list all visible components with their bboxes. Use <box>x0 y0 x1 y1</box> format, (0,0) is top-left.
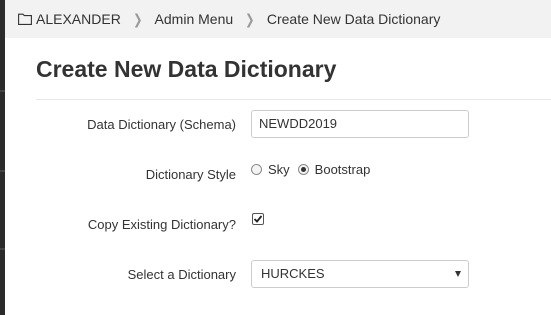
folder-icon <box>18 13 32 25</box>
style-radio-sky[interactable] <box>251 164 262 175</box>
breadcrumb-label: ALEXANDER <box>36 11 121 27</box>
radio-label-bootstrap: Bootstrap <box>314 162 371 177</box>
style-label: Dictionary Style <box>145 167 236 182</box>
style-radio-bootstrap[interactable] <box>297 164 309 175</box>
schema-input[interactable]: NEWDD2019 <box>251 110 469 138</box>
title-divider <box>36 99 551 100</box>
breadcrumb-label: Admin Menu <box>154 11 234 27</box>
copy-checkbox[interactable] <box>252 213 264 225</box>
chevron-down-icon <box>455 271 461 277</box>
copy-label: Copy Existing Dictionary? <box>87 217 236 232</box>
select-label: Select a Dictionary <box>127 267 236 282</box>
dictionary-select[interactable]: HURCKES <box>251 260 469 288</box>
breadcrumb-item-admin-menu[interactable]: Admin Menu <box>155 11 234 27</box>
radio-label-sky: Sky <box>268 162 290 177</box>
schema-label: Data Dictionary (Schema) <box>87 117 236 132</box>
breadcrumb: ALEXANDER ❯ Admin Menu ❯ Create New Data… <box>18 9 440 29</box>
chevron-right-icon: ❯ <box>245 10 255 27</box>
page: ALEXANDER ❯ Admin Menu ❯ Create New Data… <box>0 0 551 315</box>
dictionary-select-value: HURCKES <box>261 266 325 281</box>
chevron-right-icon: ❯ <box>132 10 143 27</box>
breadcrumb-item-home[interactable]: ALEXANDER <box>18 11 121 27</box>
page-title: Create New Data Dictionary <box>36 56 337 82</box>
breadcrumb-item-current: Create New Data Dictionary <box>267 11 441 27</box>
checkmark-icon <box>253 215 263 223</box>
style-radio-group: Sky Bootstrap <box>251 162 378 177</box>
breadcrumb-label: Create New Data Dictionary <box>266 11 441 27</box>
